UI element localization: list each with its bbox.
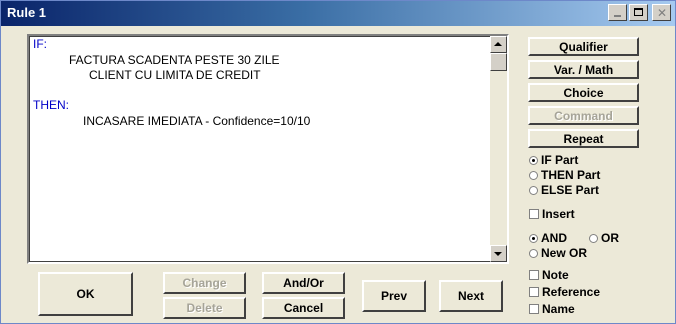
scroll-down-button[interactable] (490, 245, 507, 262)
window-title: Rule 1 (7, 5, 47, 20)
title-bar[interactable]: Rule 1 ✕ (1, 1, 675, 26)
checkbox-icon (529, 287, 539, 297)
new-or-label: New OR (541, 246, 588, 260)
checkbox-icon (529, 304, 539, 314)
qualifier-button[interactable]: Qualifier (528, 37, 639, 56)
then-label: THEN: (33, 98, 69, 112)
maximize-button[interactable] (629, 4, 648, 21)
prev-button[interactable]: Prev (362, 280, 426, 312)
if-part-label: IF Part (541, 153, 579, 167)
close-icon: ✕ (657, 6, 668, 20)
if-part-radio[interactable]: IF Part (529, 153, 578, 167)
or-radio[interactable]: OR (589, 231, 619, 245)
radio-checked-icon (529, 155, 538, 165)
and-label: AND (541, 231, 567, 245)
radio-icon (529, 185, 538, 195)
minimize-icon (614, 15, 621, 17)
cancel-button[interactable]: Cancel (262, 297, 345, 319)
note-checkbox[interactable]: Note (529, 268, 569, 282)
radio-checked-icon (529, 233, 538, 243)
or-label: OR (601, 231, 619, 245)
arrow-up-icon (494, 42, 502, 46)
reference-label: Reference (542, 285, 601, 299)
vertical-scrollbar[interactable] (490, 36, 507, 262)
and-or-button[interactable]: And/Or (262, 272, 345, 294)
radio-icon (589, 233, 598, 243)
checkbox-icon (529, 209, 539, 219)
then-part-radio[interactable]: THEN Part (529, 168, 600, 182)
ok-button[interactable]: OK (38, 272, 133, 316)
scroll-thumb[interactable] (490, 53, 507, 71)
action-line: INCASARE IMEDIATA - Confidence=10/10 (83, 114, 311, 128)
next-button[interactable]: Next (439, 280, 503, 312)
repeat-button[interactable]: Repeat (528, 129, 639, 148)
command-button[interactable]: Command (528, 106, 639, 125)
delete-button[interactable]: Delete (163, 297, 246, 319)
condition-line: FACTURA SCADENTA PESTE 30 ZILE (69, 53, 280, 67)
radio-icon (529, 248, 538, 258)
rule-window: Rule 1 ✕ IF: FACTURA SCADENTA PESTE 30 Z… (0, 0, 676, 324)
change-button[interactable]: Change (163, 272, 246, 294)
and-radio[interactable]: AND (529, 231, 567, 245)
maximize-icon (634, 8, 643, 16)
then-part-label: THEN Part (541, 168, 601, 182)
choice-button[interactable]: Choice (528, 83, 639, 102)
minimize-button[interactable] (608, 4, 627, 21)
title-buttons: ✕ (608, 4, 671, 21)
radio-icon (529, 170, 538, 180)
insert-checkbox[interactable]: Insert (529, 207, 575, 221)
rule-text-area[interactable]: IF: FACTURA SCADENTA PESTE 30 ZILE CLIEN… (27, 34, 509, 264)
new-or-radio[interactable]: New OR (529, 246, 587, 260)
arrow-down-icon (494, 252, 502, 256)
insert-label: Insert (542, 207, 575, 221)
var-math-button[interactable]: Var. / Math (528, 60, 639, 79)
checkbox-icon (529, 270, 539, 280)
scroll-up-button[interactable] (490, 36, 507, 53)
condition-line: CLIENT CU LIMITA DE CREDIT (89, 68, 261, 82)
note-label: Note (542, 268, 569, 282)
name-label: Name (542, 302, 575, 316)
close-button[interactable]: ✕ (652, 4, 671, 21)
else-part-label: ELSE Part (541, 183, 600, 197)
if-label: IF: (33, 37, 47, 51)
name-checkbox[interactable]: Name (529, 302, 575, 316)
else-part-radio[interactable]: ELSE Part (529, 183, 599, 197)
reference-checkbox[interactable]: Reference (529, 285, 600, 299)
